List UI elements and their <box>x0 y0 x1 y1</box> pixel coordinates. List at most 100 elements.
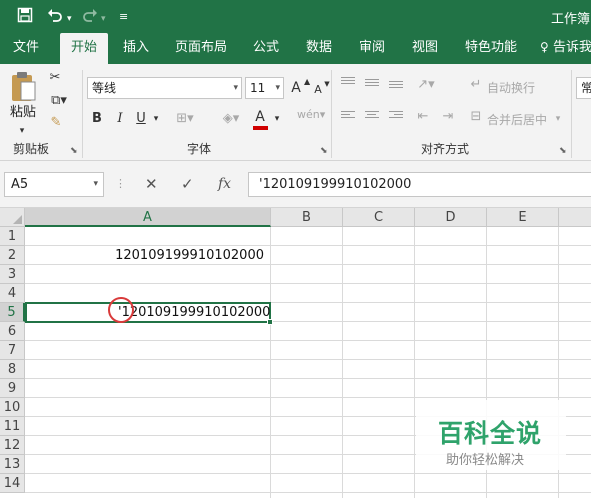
font-name-combo[interactable]: 等线 ▾ <box>87 77 242 99</box>
row-header-7[interactable]: 7 <box>0 341 25 360</box>
cancel-icon[interactable]: ✕ <box>145 175 158 193</box>
wrap-text-button[interactable]: 自动换行 <box>487 79 535 96</box>
italic-button[interactable]: I <box>113 110 127 128</box>
column-header-e[interactable]: E <box>487 208 559 227</box>
group-divider <box>331 70 332 158</box>
row-header-5[interactable]: 5 <box>0 303 25 322</box>
row-header-10[interactable]: 10 <box>0 398 25 417</box>
align-right-icon[interactable] <box>389 111 403 123</box>
ribbon: 粘贴 ▾ ✂ ⧉▾ ✎ 剪贴板 ⬊ 等线 ▾ 11 ▾ A ▲ A ▼ B I … <box>0 64 591 161</box>
row-header-9[interactable]: 9 <box>0 379 25 398</box>
bold-button[interactable]: B <box>90 110 104 128</box>
gridline <box>25 359 591 360</box>
decrease-indent-icon[interactable]: ⇤ <box>414 108 432 126</box>
number-format-combo[interactable]: 常 <box>576 77 591 99</box>
underline-dropdown-icon[interactable]: ▾ <box>151 110 161 128</box>
fill-color-icon[interactable]: ◈▾ <box>219 110 243 128</box>
gridline <box>25 245 591 246</box>
paste-button[interactable] <box>8 70 38 106</box>
paste-dropdown-icon[interactable]: ▾ <box>10 122 34 140</box>
font-color-button[interactable]: A <box>253 108 267 126</box>
tab-insert[interactable]: 插入 <box>114 33 158 64</box>
column-header-a[interactable]: A <box>25 208 271 227</box>
tab-tell-me-label: 告诉我 <box>552 40 591 55</box>
bottom-align-icon[interactable] <box>389 81 403 93</box>
undo-dropdown-icon[interactable]: ▾ <box>67 10 72 28</box>
gridline <box>342 227 343 498</box>
row-header-13[interactable]: 13 <box>0 455 25 474</box>
select-all-icon <box>13 215 22 224</box>
undo-icon[interactable] <box>47 7 63 27</box>
grow-font-icon: ▲ <box>304 77 311 86</box>
copy-icon[interactable]: ⧉▾ <box>46 92 72 110</box>
row-header-6[interactable]: 6 <box>0 322 25 341</box>
enter-icon[interactable]: ✓ <box>181 175 194 193</box>
tab-file[interactable]: 文件 <box>4 33 48 64</box>
name-box[interactable]: A5 ▾ <box>4 172 104 197</box>
watermark-title: 百科全说 <box>438 419 543 448</box>
font-size-value: 11 <box>250 81 266 95</box>
fill-handle[interactable] <box>267 319 273 325</box>
column-header-b[interactable]: B <box>271 208 343 227</box>
shrink-font-button[interactable]: A <box>312 81 324 99</box>
tab-formulas[interactable]: 公式 <box>246 33 286 64</box>
shrink-font-icon: ▼ <box>324 80 330 88</box>
clipboard-dialog-launcher-icon[interactable]: ⬊ <box>70 146 78 156</box>
column-header-c[interactable]: C <box>343 208 415 227</box>
tab-special-features[interactable]: 特色功能 <box>459 33 523 64</box>
merge-center-icon[interactable]: ⊟ <box>469 108 483 126</box>
cell-a5-editing[interactable]: '120109199910102000 <box>118 305 270 320</box>
redo-dropdown-icon[interactable]: ▾ <box>101 10 106 28</box>
gridline <box>25 473 591 474</box>
column-header-d[interactable]: D <box>415 208 487 227</box>
align-center-icon[interactable] <box>365 111 379 123</box>
row-header-4[interactable]: 4 <box>0 284 25 303</box>
font-color-swatch <box>253 126 268 130</box>
cut-icon[interactable]: ✂ <box>46 69 64 87</box>
format-painter-icon[interactable]: ✎ <box>47 114 65 132</box>
tab-page-layout[interactable]: 页面布局 <box>170 33 232 64</box>
tab-review[interactable]: 审阅 <box>352 33 392 64</box>
tab-tell-me[interactable]: ♀ 告诉我 <box>540 33 591 64</box>
wrap-text-icon[interactable]: ↵ <box>469 76 483 94</box>
formula-bar-splitter-icon[interactable]: ⋮ <box>115 175 126 193</box>
font-size-combo[interactable]: 11 ▾ <box>245 77 284 99</box>
paste-icon <box>12 72 36 101</box>
align-left-icon[interactable] <box>341 111 355 123</box>
font-dialog-launcher-icon[interactable]: ⬊ <box>320 146 328 156</box>
save-icon[interactable] <box>17 7 33 27</box>
tab-view[interactable]: 视图 <box>405 33 445 64</box>
select-all-button[interactable] <box>0 208 25 227</box>
merge-center-button[interactable]: 合并后居中 <box>487 111 547 128</box>
row-header-14[interactable]: 14 <box>0 474 25 493</box>
font-color-dropdown-icon[interactable]: ▾ <box>272 110 282 128</box>
merge-dropdown-icon[interactable]: ▾ <box>553 110 563 128</box>
gridline <box>414 227 415 498</box>
column-header-f[interactable] <box>559 208 591 227</box>
insert-function-icon[interactable]: fx <box>218 175 231 193</box>
gridline <box>25 378 591 379</box>
formula-bar: A5 ▾ ⋮ ✕ ✓ fx '120109199910102000 <box>0 161 591 208</box>
top-align-icon[interactable] <box>341 77 355 89</box>
cell-a2[interactable]: 120109199910102000 <box>115 248 264 263</box>
borders-icon[interactable]: ⊞▾ <box>175 110 195 128</box>
middle-align-icon[interactable] <box>365 79 379 91</box>
chevron-down-icon: ▾ <box>275 83 280 93</box>
underline-button[interactable]: U <box>134 110 148 128</box>
redo-icon[interactable] <box>82 7 98 27</box>
alignment-dialog-launcher-icon[interactable]: ⬊ <box>559 146 567 156</box>
customize-quick-access-icon[interactable]: ≡ <box>119 8 128 26</box>
tab-data[interactable]: 数据 <box>299 33 339 64</box>
orientation-icon[interactable]: ↗▾ <box>414 76 438 94</box>
row-header-12[interactable]: 12 <box>0 436 25 455</box>
increase-indent-icon[interactable]: ⇥ <box>439 108 457 126</box>
row-header-3[interactable]: 3 <box>0 265 25 284</box>
formula-input[interactable]: '120109199910102000 <box>248 172 591 197</box>
phonetic-guide-icon[interactable]: wén▾ <box>297 106 325 124</box>
row-header-2[interactable]: 2 <box>0 246 25 265</box>
tab-home[interactable]: 开始 <box>60 33 108 64</box>
row-header-11[interactable]: 11 <box>0 417 25 436</box>
row-header-1[interactable]: 1 <box>0 227 25 246</box>
grow-font-button[interactable]: A <box>289 79 303 97</box>
row-header-8[interactable]: 8 <box>0 360 25 379</box>
